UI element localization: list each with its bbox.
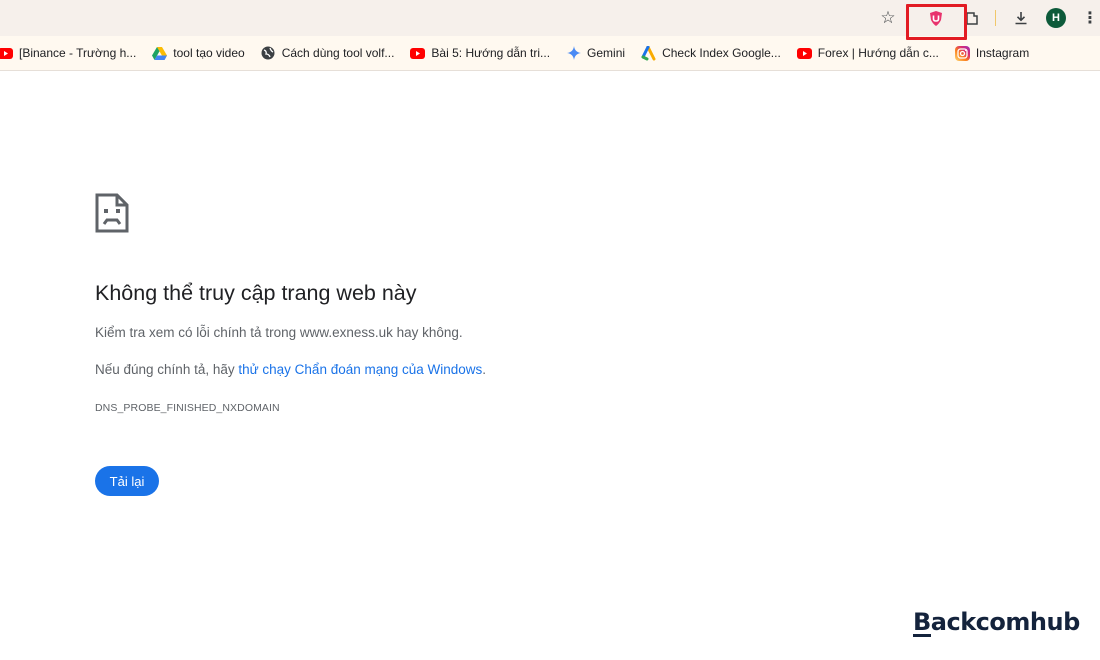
bookmark-forex[interactable]: Forex | Hướng dẫn c...	[793, 41, 943, 65]
bookmark-label: tool tạo video	[173, 46, 245, 60]
bookmark-label: [Binance - Trường h...	[19, 46, 137, 60]
watermark-logo: Backcomhub	[913, 608, 1080, 637]
bookmark-bai-5[interactable]: Bài 5: Hướng dẫn tri...	[406, 41, 554, 65]
more-menu-icon[interactable]: ⋮	[1080, 0, 1100, 36]
profile-avatar[interactable]: H	[1046, 8, 1066, 28]
error-code: DNS_PROBE_FINISHED_NXDOMAIN	[95, 402, 280, 414]
bookmark-check-index[interactable]: Check Index Google...	[637, 41, 785, 65]
bookmark-gemini[interactable]: Gemini	[562, 41, 629, 65]
bookmark-label: Bài 5: Hướng dẫn tri...	[431, 46, 551, 60]
bookmarks-bar: [Binance - Trường h... tool tạo video Cá…	[0, 36, 1100, 71]
error-suggestion-spelling: Kiểm tra xem có lỗi chính tả trong www.e…	[95, 325, 463, 340]
globe-icon	[261, 46, 276, 61]
bookmark-instagram[interactable]: Instagram	[951, 41, 1033, 65]
bookmark-label: Instagram	[975, 46, 1030, 60]
instagram-icon	[954, 45, 970, 61]
network-diagnostics-link[interactable]: thử chạy Chẩn đoán mạng của Windows	[238, 362, 482, 377]
google-drive-icon	[152, 46, 168, 61]
bookmark-label: Check Index Google...	[662, 46, 781, 60]
youtube-icon	[410, 46, 426, 61]
sad-page-icon	[95, 193, 129, 233]
download-icon[interactable]	[1009, 0, 1033, 36]
diagnostics-suffix: .	[482, 362, 487, 377]
reload-button[interactable]: Tải lại	[95, 466, 159, 496]
error-suggestion-diagnostics: Nếu đúng chính tả, hãy thử chạy Chẩn đoá…	[95, 362, 486, 377]
bookmark-label: Cách dùng tool volf...	[281, 46, 395, 60]
gemini-icon	[566, 46, 581, 61]
bookmark-label: Gemini	[587, 46, 626, 60]
error-title: Không thể truy cập trang web này	[95, 281, 417, 305]
extension-highlight-box	[906, 4, 967, 40]
bookmark-binance[interactable]: [Binance - Trường h...	[0, 41, 140, 65]
bookmark-cach-dung-tool[interactable]: Cách dùng tool volf...	[257, 41, 399, 65]
apps-script-icon	[641, 45, 656, 61]
youtube-icon	[0, 46, 13, 61]
youtube-icon	[796, 46, 812, 61]
bookmark-label: Forex | Hướng dẫn c...	[817, 46, 939, 60]
star-icon[interactable]: ☆	[876, 0, 900, 36]
browser-toolbar: ☆ H ⋮	[0, 0, 1100, 40]
toolbar-separator	[995, 10, 996, 26]
bookmark-tool-tao-video[interactable]: tool tạo video	[148, 41, 248, 65]
diagnostics-prefix: Nếu đúng chính tả, hãy	[95, 362, 239, 377]
